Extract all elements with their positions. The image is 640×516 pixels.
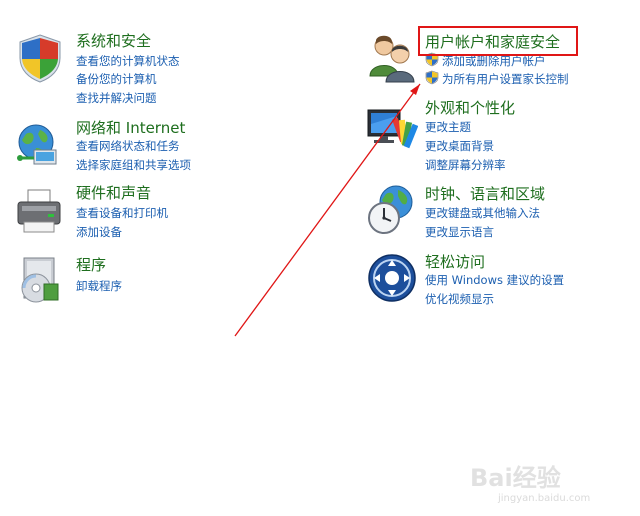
users-icon[interactable] [366,32,418,84]
printer-icon[interactable] [14,186,66,238]
link-view-computer-status[interactable]: 查看您的计算机状态 [76,53,180,69]
highlight-box [418,26,578,56]
link-parental-controls[interactable]: 为所有用户设置家长控制 [442,71,569,87]
link-uninstall-program[interactable]: 卸载程序 [76,278,122,294]
watermark-logo: Bai经验 [470,464,561,492]
network-globe-icon[interactable] [14,120,66,172]
baidu-jingyan-watermark: Bai经验 jingyan.baidu.com [470,458,620,510]
category-title-network[interactable]: 网络和 Internet [76,118,185,138]
link-change-theme[interactable]: 更改主题 [425,119,471,135]
category-title-programs[interactable]: 程序 [76,255,106,275]
link-troubleshoot[interactable]: 查找并解决问题 [76,90,157,106]
link-change-keyboard[interactable]: 更改键盘或其他输入法 [425,205,540,221]
link-adjust-resolution[interactable]: 调整屏幕分辨率 [425,157,506,173]
link-windows-recommended-settings[interactable]: 使用 Windows 建议的设置 [425,272,564,288]
category-title-ease[interactable]: 轻松访问 [425,252,485,272]
link-optimize-visual-display[interactable]: 优化视频显示 [425,291,494,307]
clock-globe-icon[interactable] [366,184,418,236]
category-title-appearance[interactable]: 外观和个性化 [425,98,515,118]
watermark-url: jingyan.baidu.com [498,493,591,504]
category-title-system-security[interactable]: 系统和安全 [76,31,151,51]
link-change-desktop-background[interactable]: 更改桌面背景 [425,138,494,154]
link-homegroup-sharing[interactable]: 选择家庭组和共享选项 [76,157,191,173]
category-title-clock[interactable]: 时钟、语言和区域 [425,184,545,204]
link-backup-computer[interactable]: 备份您的计算机 [76,71,157,87]
link-view-network-status[interactable]: 查看网络状态和任务 [76,138,180,154]
uac-shield-icon [425,70,439,85]
category-title-hardware[interactable]: 硬件和声音 [76,183,151,203]
link-change-display-language[interactable]: 更改显示语言 [425,224,494,240]
link-devices-printers[interactable]: 查看设备和打印机 [76,205,168,221]
ease-of-access-icon[interactable] [366,252,418,304]
appearance-monitor-icon[interactable] [366,104,419,156]
link-add-device[interactable]: 添加设备 [76,224,122,240]
programs-disc-icon[interactable] [14,254,66,306]
system-security-shield-icon[interactable] [14,32,66,84]
